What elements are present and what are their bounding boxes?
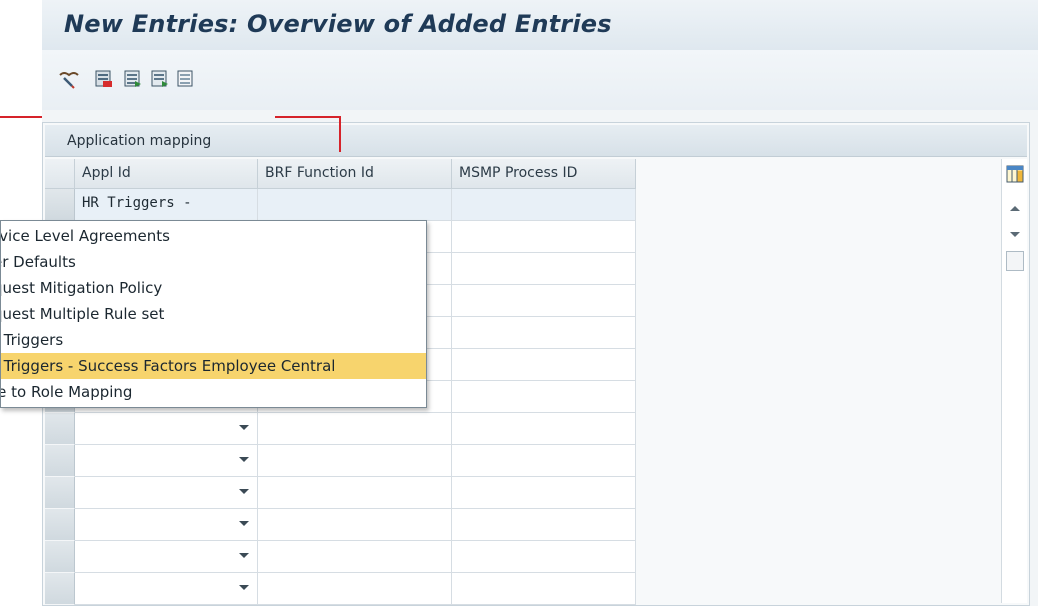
msmp-process-id-field[interactable] [452, 381, 636, 413]
msmp-process-id-field[interactable] [452, 573, 636, 605]
brf-function-id-field[interactable] [258, 573, 452, 605]
scroll-thumb[interactable] [1006, 251, 1024, 271]
dropdown-option[interactable]: quest Multiple Rule set [1, 301, 426, 327]
dropdown-option[interactable]: rvice Level Agreements [1, 223, 426, 249]
appl-id-field[interactable] [75, 541, 258, 573]
msmp-process-id-field[interactable] [452, 541, 636, 573]
column-header-brf-function-id[interactable]: BRF Function Id [258, 159, 452, 189]
brf-function-id-field[interactable] [258, 445, 452, 477]
chevron-down-icon[interactable] [239, 489, 249, 494]
deselect-all-icon[interactable] [175, 68, 197, 90]
annotation-line [0, 116, 42, 118]
appl-id-field[interactable] [75, 509, 258, 541]
row-selector[interactable] [45, 541, 75, 573]
edit-glasses-icon[interactable] [58, 68, 80, 90]
dropdown-option[interactable]: ( Triggers [1, 327, 426, 353]
chevron-down-icon[interactable] [239, 457, 249, 462]
dropdown-option[interactable]: le to Role Mapping [1, 379, 426, 405]
application-toolbar [42, 50, 1038, 110]
brf-function-id-field[interactable] [258, 189, 452, 221]
appl-id-field[interactable] [75, 573, 258, 605]
msmp-process-id-field[interactable] [452, 445, 636, 477]
msmp-process-id-field[interactable] [452, 509, 636, 541]
column-header-msmp-process-id[interactable]: MSMP Process ID [452, 159, 636, 189]
chevron-down-icon[interactable] [239, 585, 249, 590]
dropdown-option[interactable]: er Defaults [1, 249, 426, 275]
panel-header: Application mapping [45, 125, 1027, 157]
appl-id-value: HR Triggers - [82, 195, 192, 211]
title-bar: New Entries: Overview of Added Entries [42, 0, 1038, 50]
msmp-process-id-field[interactable] [452, 477, 636, 509]
row-selector[interactable] [45, 189, 75, 221]
chevron-down-icon[interactable] [239, 553, 249, 558]
brf-function-id-field[interactable] [258, 541, 452, 573]
appl-id-field[interactable] [75, 413, 258, 445]
dropdown-option[interactable]: quest Mitigation Policy [1, 275, 426, 301]
dropdown-option-highlighted[interactable]: ( Triggers - Success Factors Employee Ce… [1, 353, 426, 379]
select-block-icon[interactable] [149, 68, 171, 90]
appl-id-dropdown-list: rvice Level Agreements er Defaults quest… [0, 220, 427, 408]
brf-function-id-field[interactable] [258, 413, 452, 445]
brf-function-id-field[interactable] [258, 509, 452, 541]
appl-id-combobox[interactable]: HR Triggers - [75, 189, 285, 221]
row-selector[interactable] [45, 413, 75, 445]
column-header-appl-id[interactable]: Appl Id [75, 159, 258, 189]
table-settings-icon[interactable] [1006, 165, 1024, 183]
select-all-rows-button[interactable] [45, 159, 75, 189]
save-variant-icon[interactable] [93, 68, 115, 90]
chevron-down-icon[interactable] [239, 521, 249, 526]
row-selector[interactable] [45, 477, 75, 509]
annotation-line [275, 116, 341, 118]
row-selector[interactable] [45, 509, 75, 541]
msmp-process-id-field[interactable] [452, 189, 636, 221]
chevron-down-icon[interactable] [239, 425, 249, 430]
msmp-process-id-field[interactable] [452, 221, 636, 253]
row-selector[interactable] [45, 445, 75, 477]
scroll-down-icon[interactable] [1010, 232, 1020, 237]
annotation-line [339, 116, 341, 152]
scroll-up-icon[interactable] [1010, 206, 1020, 211]
msmp-process-id-field[interactable] [452, 253, 636, 285]
brf-function-id-field[interactable] [258, 477, 452, 509]
panel-title: Application mapping [67, 133, 212, 149]
msmp-process-id-field[interactable] [452, 317, 636, 349]
vertical-scrollbar[interactable] [1001, 159, 1027, 603]
appl-id-field[interactable] [75, 477, 258, 509]
row-selector[interactable] [45, 573, 75, 605]
msmp-process-id-field[interactable] [452, 349, 636, 381]
page-title: New Entries: Overview of Added Entries [64, 10, 612, 38]
select-all-icon[interactable] [122, 68, 144, 90]
appl-id-field[interactable] [75, 445, 258, 477]
msmp-process-id-field[interactable] [452, 285, 636, 317]
msmp-process-id-field[interactable] [452, 413, 636, 445]
